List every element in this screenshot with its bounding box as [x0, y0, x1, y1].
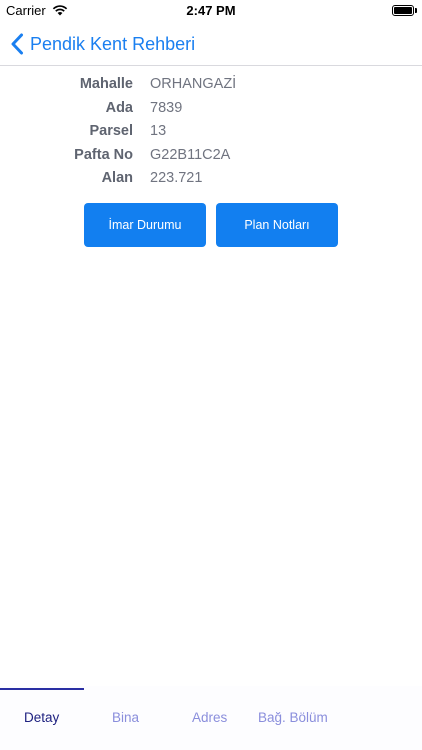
info-value: 7839	[150, 99, 183, 116]
navigation-bar: Pendik Kent Rehberi	[0, 22, 422, 66]
info-row-ada: Ada 7839	[0, 97, 422, 121]
tab-bar: Detay Bina Adres Bağ. Bölüm	[0, 686, 422, 750]
info-label: Pafta No	[74, 146, 133, 163]
info-label: Alan	[101, 170, 133, 186]
status-time: 2:47 PM	[186, 3, 236, 18]
info-label: Mahalle	[79, 76, 133, 92]
battery-fill	[394, 7, 412, 14]
info-value: 223.721	[150, 170, 203, 186]
tab-detay[interactable]: Detay	[24, 710, 59, 725]
parcel-info: Mahalle ORHANGAZİ Ada 7839 Parsel 13 Paf…	[0, 73, 422, 191]
info-value: 13	[150, 123, 167, 139]
status-bar: Carrier 2:47 PM	[0, 0, 422, 22]
back-button[interactable]: Pendik Kent Rehberi	[10, 30, 195, 58]
battery-icon	[392, 5, 414, 16]
info-label: Ada	[105, 99, 133, 116]
info-row-pafta-no: Pafta No G22B11C2A	[0, 144, 422, 168]
info-value: G22B11C2A	[150, 146, 231, 163]
info-row-parsel: Parsel 13	[0, 120, 422, 144]
tab-bag-bolum[interactable]: Bağ. Bölüm	[258, 710, 328, 725]
tab-bina[interactable]: Bina	[112, 710, 139, 725]
plan-notlari-button[interactable]: Plan Notları	[216, 203, 338, 247]
back-label: Pendik Kent Rehberi	[30, 33, 196, 54]
info-label: Parsel	[89, 123, 133, 139]
info-row-alan: Alan 223.721	[0, 167, 422, 191]
battery-tip	[415, 8, 417, 13]
tab-adres[interactable]: Adres	[192, 710, 227, 725]
info-value: ORHANGAZİ	[150, 76, 237, 92]
info-row-mahalle: Mahalle ORHANGAZİ	[0, 73, 422, 97]
chevron-left-icon	[11, 33, 23, 55]
tab-active-indicator	[0, 688, 84, 690]
imar-durumu-button[interactable]: İmar Durumu	[84, 203, 206, 247]
